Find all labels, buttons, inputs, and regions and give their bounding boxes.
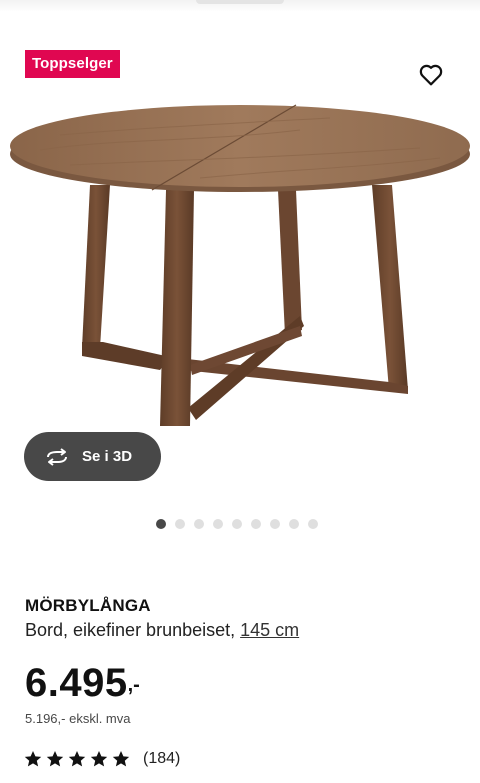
product-name: MÖRBYLÅNGA bbox=[25, 596, 151, 615]
carousel-dot[interactable] bbox=[289, 519, 299, 529]
price-decimal: ,- bbox=[127, 674, 140, 696]
carousel-dot[interactable] bbox=[175, 519, 185, 529]
star-icon bbox=[24, 751, 42, 767]
price-main: 6.495 bbox=[25, 661, 128, 705]
rating-stars bbox=[24, 750, 130, 768]
carousel-dot[interactable] bbox=[270, 519, 280, 529]
rotate-3d-icon bbox=[44, 447, 72, 467]
carousel-dot[interactable] bbox=[194, 519, 204, 529]
carousel-dot[interactable] bbox=[308, 519, 318, 529]
product-description-text: Bord, eikefiner brunbeiset, bbox=[25, 620, 241, 640]
size-link[interactable]: 145 cm bbox=[240, 620, 299, 640]
star-icon bbox=[112, 751, 130, 767]
heart-outline-icon bbox=[419, 64, 443, 86]
star-icon bbox=[68, 751, 86, 767]
top-seller-badge: Toppselger bbox=[25, 50, 120, 78]
product-rating[interactable]: (184) bbox=[24, 750, 180, 768]
carousel-dot[interactable] bbox=[213, 519, 223, 529]
price-ex-vat: 5.196,- ekskl. mva bbox=[25, 711, 131, 726]
favorite-button[interactable] bbox=[416, 60, 446, 90]
rating-count: (184) bbox=[143, 750, 181, 767]
sheet-handle-area bbox=[0, 0, 480, 12]
carousel-dot[interactable] bbox=[156, 519, 166, 529]
image-carousel-indicator bbox=[156, 519, 318, 529]
carousel-dot[interactable] bbox=[251, 519, 261, 529]
carousel-dot[interactable] bbox=[232, 519, 242, 529]
star-icon bbox=[46, 751, 64, 767]
product-image[interactable] bbox=[0, 90, 480, 440]
star-icon bbox=[90, 751, 108, 767]
product-description: Bord, eikefiner brunbeiset, 145 cm bbox=[25, 620, 299, 641]
view-in-3d-label: Se i 3D bbox=[82, 448, 133, 465]
sheet-handle[interactable] bbox=[196, 0, 284, 4]
product-price: 6.495 ,- bbox=[25, 660, 140, 706]
view-in-3d-button[interactable]: Se i 3D bbox=[24, 432, 161, 481]
